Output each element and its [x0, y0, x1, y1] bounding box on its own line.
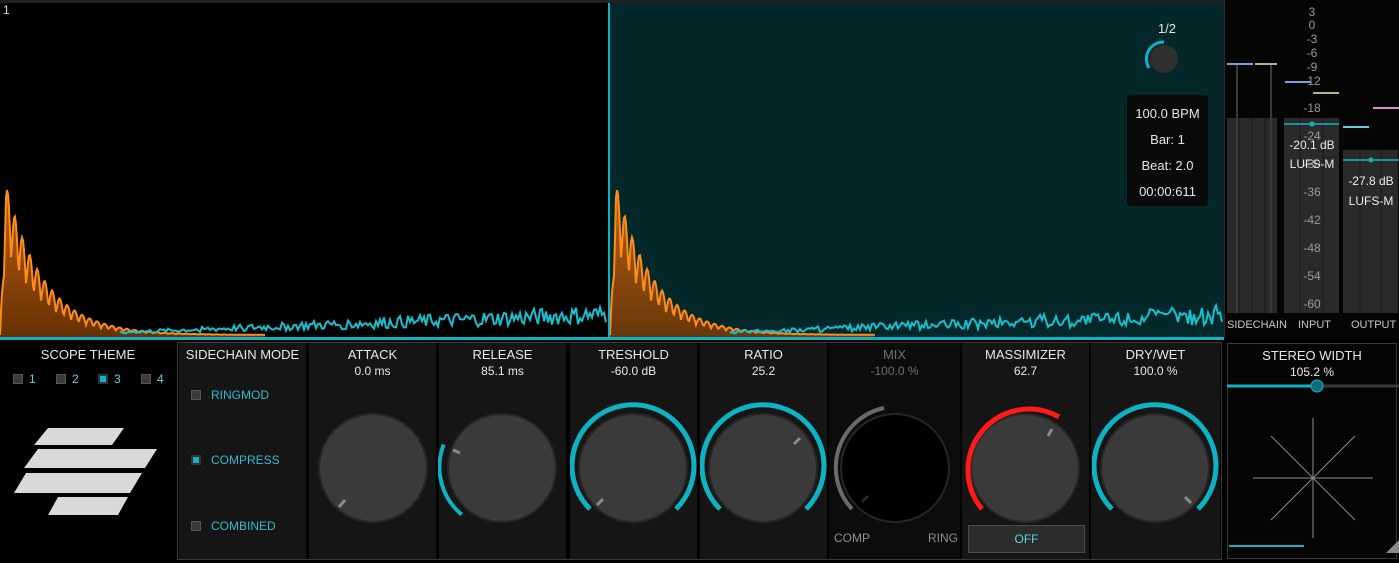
ratio-value: 25.2 [751, 364, 776, 378]
scope-waveform [0, 189, 1223, 337]
beat-readout: Beat: 2.0 [1141, 158, 1194, 173]
stereo-width-slider-thumb [1310, 379, 1324, 393]
attack-title: ATTACK [347, 347, 398, 362]
meter-tick-label: 3 [1308, 5, 1316, 19]
ratio-title: RATIO [744, 347, 783, 362]
mix-right-label: RING [928, 531, 958, 545]
drywet-title: DRY/WET [1125, 347, 1186, 362]
mode-option-compress[interactable]: COMPRESS [191, 453, 280, 467]
time-readout: 00:00:611 [1139, 184, 1196, 199]
theme-checkbox-4[interactable] [141, 374, 151, 384]
stereo-width-value: 105.2 % [1289, 365, 1335, 379]
threshold-knob[interactable] [570, 402, 697, 528]
output-loudness-unit: LUFS-M [1348, 194, 1394, 208]
massimizer-title: MASSIMIZER [985, 347, 1066, 362]
sidechain-mode-title: SIDECHAIN MODE [185, 347, 300, 362]
stereo-width-title: STEREO WIDTH [1262, 348, 1362, 363]
theme-option-label: 2 [72, 372, 79, 386]
mode-option-combined[interactable]: COMBINED [191, 519, 276, 533]
threshold-value: -60.0 dB [610, 364, 657, 378]
mode-option-label: COMPRESS [211, 453, 280, 467]
release-value: 85.1 ms [481, 364, 524, 378]
ratio-knob[interactable] [700, 402, 827, 528]
bpm-readout: 100.0 BPM [1135, 106, 1200, 121]
mix-left-label: COMP [834, 531, 870, 545]
meter-tick-label: -3 [1306, 32, 1318, 46]
stereo-vectorscope [1227, 379, 1399, 553]
theme-option-label: 4 [157, 372, 164, 386]
meter-tick-label: -12 [1303, 74, 1321, 88]
playhead-divider[interactable] [608, 3, 610, 339]
theme-option-label: 1 [29, 372, 36, 386]
mode-option-ringmod[interactable]: RINGMOD [191, 388, 269, 402]
drywet-knob[interactable] [1092, 402, 1219, 528]
massimizer-off-button[interactable]: OFF [968, 525, 1085, 553]
meter-caption-input: INPUT [1298, 319, 1331, 331]
division-label: 1/2 [1157, 21, 1177, 36]
theme-option-2[interactable]: 2 [56, 372, 79, 386]
cyan-signal-line [729, 302, 1223, 335]
mode-checkbox-combined[interactable] [191, 521, 201, 531]
theme-checkbox-3[interactable] [98, 374, 108, 384]
release-title: RELEASE [472, 347, 533, 362]
theme-checkbox-1[interactable] [13, 374, 23, 384]
meter-caption-output: OUTPUT [1351, 319, 1397, 331]
mix-title: MIX [882, 347, 907, 362]
theme-option-1[interactable]: 1 [13, 372, 36, 386]
massimizer-value: 62.7 [1013, 364, 1038, 378]
transport-info: 100.0 BPM Bar: 1 Beat: 2.0 00:00:611 [1127, 95, 1208, 206]
threshold-title: TRESHOLD [598, 347, 669, 362]
meter-tick-label: -9 [1306, 60, 1318, 74]
massimizer-knob[interactable] [962, 402, 1089, 528]
meter-tick-label: -48 [1303, 241, 1321, 255]
mode-option-label: COMBINED [211, 519, 276, 533]
meter-tick-label: -18 [1303, 101, 1321, 115]
division-knob[interactable] [1143, 38, 1185, 80]
meter-caption-sidechain: SIDECHAIN [1227, 319, 1287, 331]
mode-option-label: RINGMOD [211, 388, 269, 402]
input-loudness-unit: LUFS-M [1289, 157, 1335, 171]
theme-checkbox-2[interactable] [56, 374, 66, 384]
mix-value: -100.0 % [870, 364, 919, 378]
mix-knob[interactable] [832, 402, 957, 528]
theme-option-3[interactable]: 3 [98, 372, 121, 386]
meter-tick-label: -42 [1303, 213, 1321, 227]
meter-tick-label: -60 [1303, 297, 1321, 311]
meter-tick-label: -6 [1306, 46, 1318, 60]
orange-envelope-fill [0, 190, 265, 337]
attack-value: 0.0 ms [354, 364, 391, 378]
meter-tick-label: 0 [1308, 18, 1316, 32]
page-number: 1 [3, 3, 10, 17]
scope-theme-title: SCOPE THEME [40, 347, 136, 362]
meter-tick-label: -36 [1303, 185, 1321, 199]
scope-traces [0, 189, 1223, 337]
drywet-value: 100.0 % [1133, 364, 1178, 378]
theme-option-4[interactable]: 4 [141, 372, 164, 386]
cyan-signal-line [119, 303, 607, 335]
bar-readout: Bar: 1 [1150, 132, 1185, 147]
meter-tick-label: -54 [1303, 269, 1321, 283]
plugin-logo-icon [14, 428, 157, 515]
orange-envelope-fill [610, 190, 875, 337]
mode-checkbox-ringmod[interactable] [191, 390, 201, 400]
mode-checkbox-compress[interactable] [191, 455, 201, 465]
level-meters: 3 0 -3 -6 -9 -12 -18 -24 -30 -36 -42 -48 -54 -60 -20.… [1224, 0, 1399, 338]
attack-knob[interactable] [313, 408, 433, 528]
input-loudness-value: -20.1 dB [1289, 138, 1335, 152]
release-knob[interactable] [438, 408, 563, 528]
theme-option-label: 3 [114, 372, 121, 386]
output-loudness-value: -27.8 dB [1348, 174, 1394, 188]
